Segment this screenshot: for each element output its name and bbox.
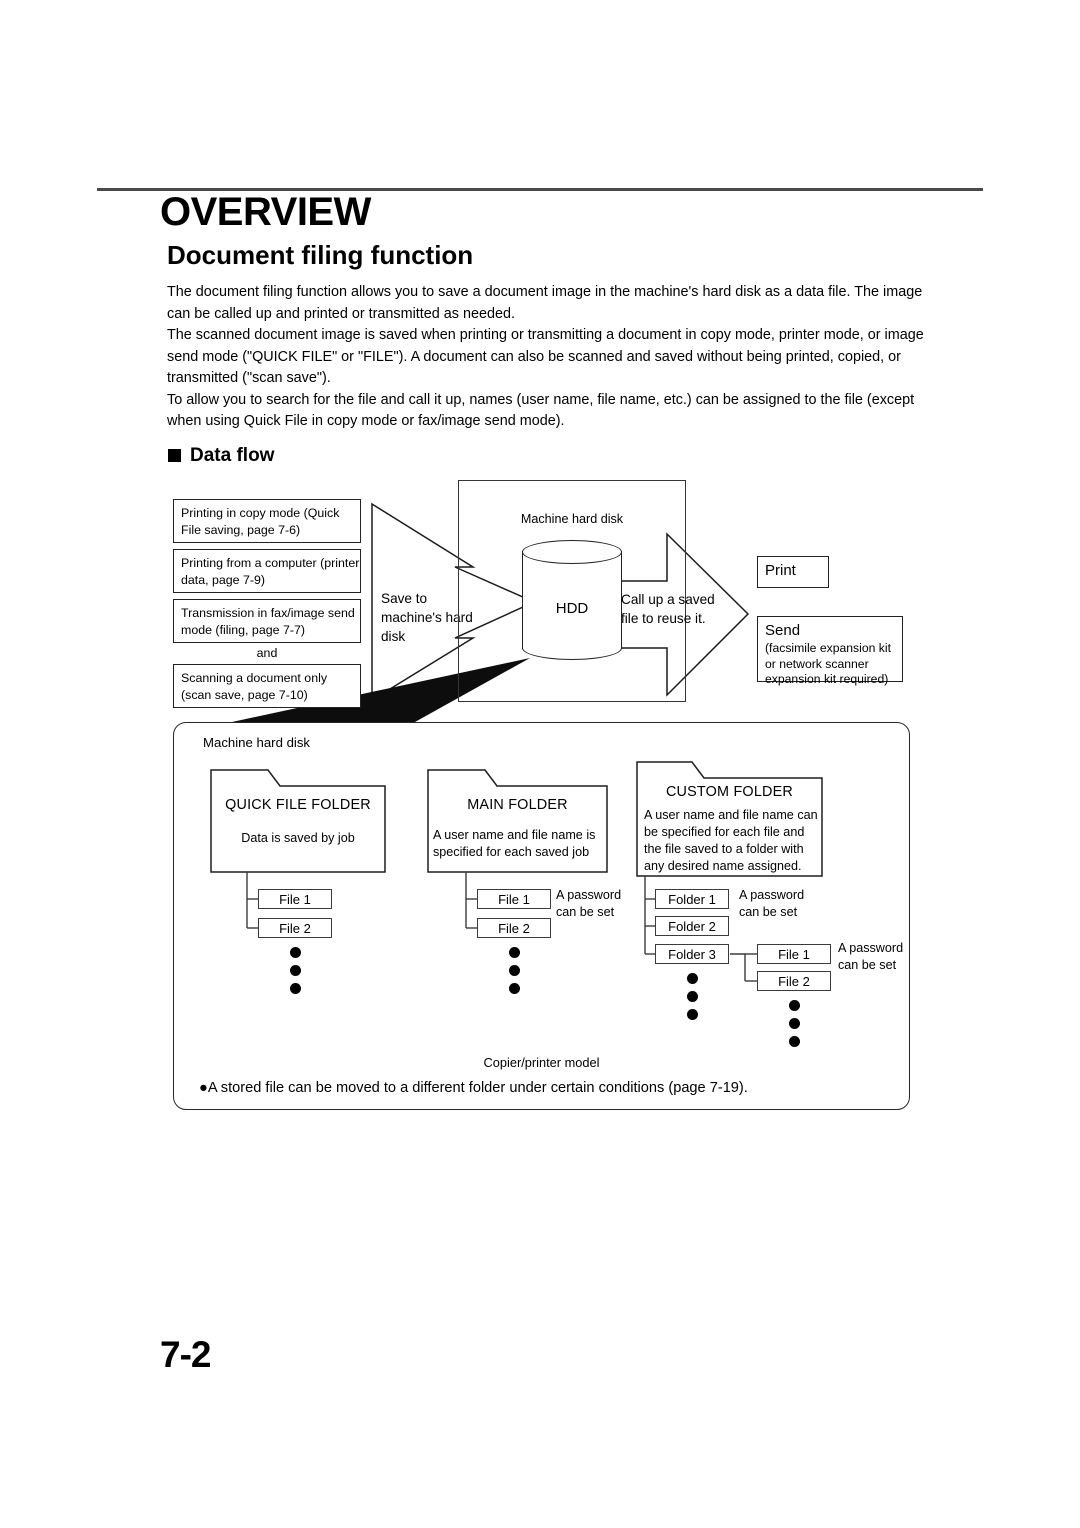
node-customfolder-file-1-label: File 1 [778, 947, 810, 962]
node-custom-folder-1-label: Folder 1 [668, 892, 716, 907]
folder-custom-desc: A user name and file name can be specifi… [644, 807, 820, 875]
node-custom-folder-2: Folder 2 [655, 916, 729, 936]
stored-file-moved-note: ●A stored file can be moved to a differe… [199, 1078, 748, 1098]
folder-main-title: MAIN FOLDER [467, 797, 568, 813]
node-quickfile-file-1: File 1 [258, 889, 332, 909]
node-customfolder-file-2-label: File 2 [778, 974, 810, 989]
data-flow-diagram: Printing in copy mode (Quick File saving… [0, 0, 1080, 1528]
folder-quick-file: QUICK FILE FOLDER Data is saved by job [211, 770, 385, 872]
storage-vector-layer [210, 761, 823, 982]
note-customfolder-file-password: A password can be set [838, 940, 918, 973]
node-quickfile-file-1-label: File 1 [279, 892, 311, 907]
folder-quick-file-title: QUICK FILE FOLDER [225, 797, 371, 813]
copier-printer-model-text: Copier/printer model [483, 1055, 600, 1070]
stored-file-moved-note-text: ●A stored file can be moved to a differe… [199, 1080, 748, 1096]
node-customfolder-file-1: File 1 [757, 944, 831, 964]
node-custom-folder-2-label: Folder 2 [668, 919, 716, 934]
folder-quick-file-desc: Data is saved by job [211, 830, 385, 847]
note-customfolder-file-password-text: A password can be set [838, 941, 904, 972]
main-folder-tree-connectors [465, 872, 477, 929]
folder-custom-desc-text: A user name and file name can be specifi… [644, 808, 818, 873]
node-quickfile-file-2: File 2 [258, 918, 332, 938]
folder-main-desc: A user name and file name is specified f… [433, 827, 605, 861]
node-mainfolder-file-2: File 2 [477, 918, 551, 938]
note-customfolder-password: A password can be set [739, 887, 819, 920]
folder-main: MAIN FOLDER A user name and file name is… [428, 770, 607, 872]
folder-quick-file-desc-text: Data is saved by job [241, 831, 355, 845]
node-custom-folder-3-label: Folder 3 [668, 947, 716, 962]
folder-main-desc-text: A user name and file name is specified f… [433, 828, 596, 859]
note-mainfolder-password-text: A password can be set [556, 888, 622, 919]
quick-file-tree-connectors [246, 872, 258, 929]
customfolder-ellipsis-dots [687, 973, 698, 1020]
node-quickfile-file-2-label: File 2 [279, 921, 311, 936]
node-mainfolder-file-2-label: File 2 [498, 921, 530, 936]
quickfile-ellipsis-dots [290, 947, 301, 994]
folder-custom-title: CUSTOM FOLDER [665, 784, 794, 800]
node-customfolder-file-2: File 2 [757, 971, 831, 991]
node-mainfolder-file-1-label: File 1 [498, 892, 530, 907]
note-mainfolder-password: A password can be set [556, 887, 636, 920]
node-custom-folder-1: Folder 1 [655, 889, 729, 909]
node-custom-folder-3: Folder 3 [655, 944, 729, 964]
document-page: OVERVIEW Document filing function The do… [0, 0, 1080, 1528]
mainfolder-ellipsis-dots [509, 947, 520, 994]
customfolder-file-ellipsis-dots [789, 1000, 800, 1047]
note-customfolder-password-text: A password can be set [739, 888, 805, 919]
copier-printer-model-label: Copier/printer model [173, 1055, 910, 1070]
node-mainfolder-file-1: File 1 [477, 889, 551, 909]
folder-custom: CUSTOM FOLDER A user name and file name … [637, 762, 822, 876]
page-number: 7-2 [160, 1334, 211, 1375]
